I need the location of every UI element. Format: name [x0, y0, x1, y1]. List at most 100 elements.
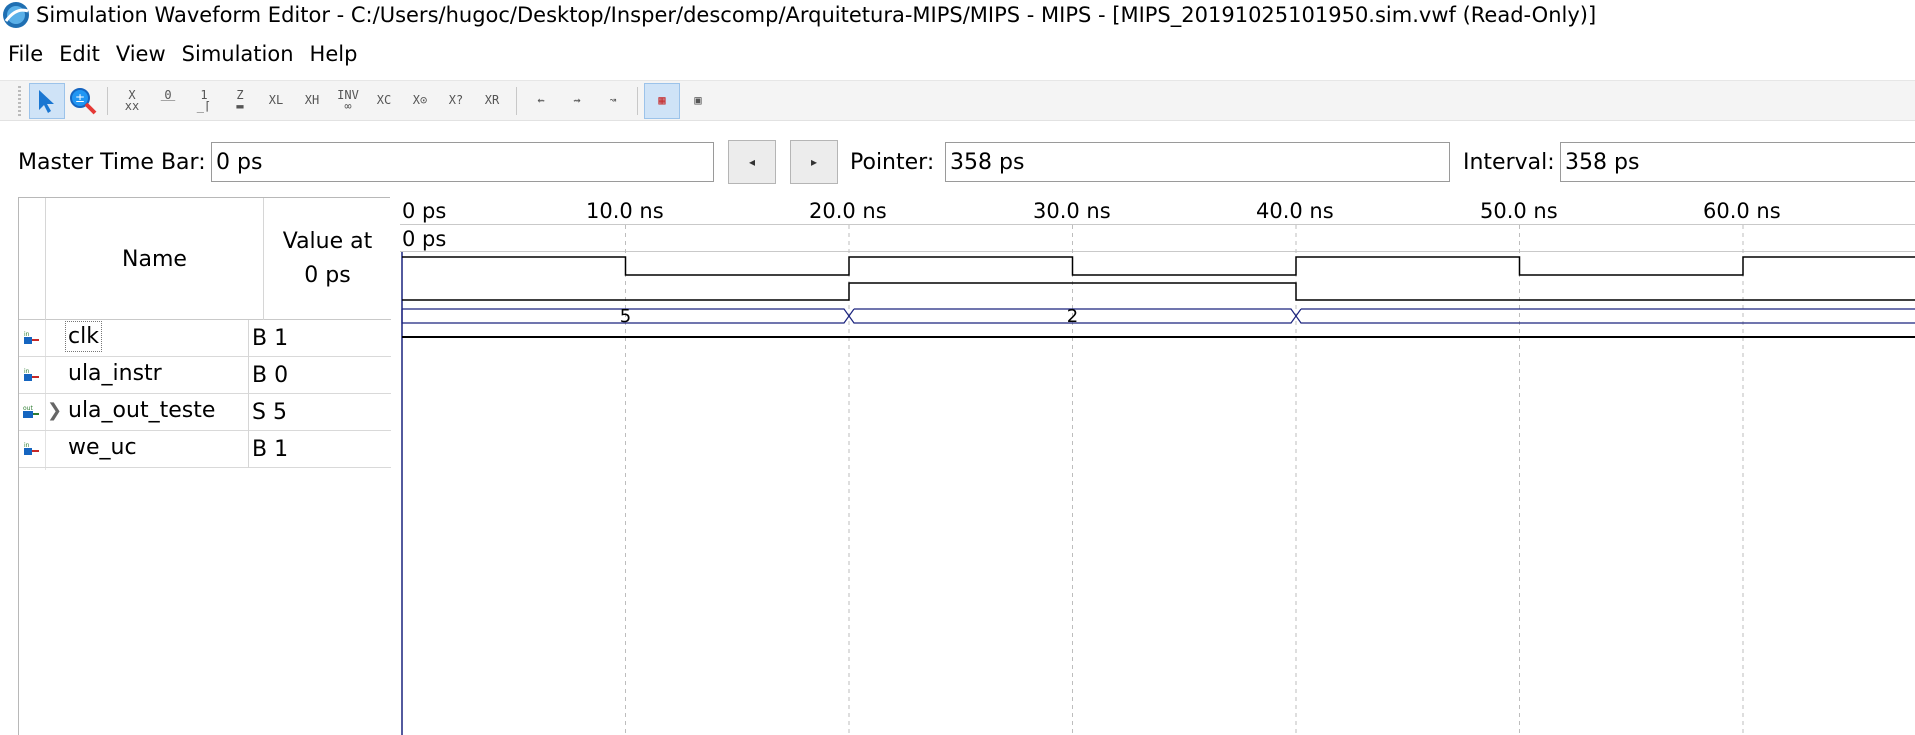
waveform-pane[interactable]: 0 ps 10.0 ns 20.0 ns 30.0 ns 40.0 ns 50.… [400, 197, 1915, 735]
chevron-right-icon: ▸ [810, 155, 818, 169]
menu-file[interactable]: File [0, 42, 51, 66]
signal-name: ula_instr [68, 361, 162, 386]
output-bus-icon: out [23, 405, 39, 418]
interval-value: 358 ps [1565, 149, 1640, 175]
signal-value: B 1 [248, 320, 288, 357]
snap-right-button[interactable]: ⇝ [559, 83, 595, 119]
bus-value-label: 2 [1067, 306, 1078, 327]
signal-row-clk[interactable]: in clk B 1 [19, 320, 391, 357]
high-impedance-button[interactable]: Z ▬ [222, 83, 258, 119]
invert-icon: INV ∞ [337, 87, 359, 113]
grid-icon: ▣ [694, 93, 702, 107]
zoom-tool-button[interactable]: ± [65, 83, 101, 119]
name-header-label: Name [122, 246, 187, 272]
title-bar: Simulation Waveform Editor - C:/Users/hu… [0, 0, 1915, 30]
one-icon: 1 _⌈ [196, 87, 212, 113]
master-time-bar-field[interactable]: 0 ps [211, 142, 714, 182]
bus-value-label: 5 [620, 306, 631, 327]
svg-text:out: out [23, 405, 33, 412]
svg-text:in: in [24, 442, 30, 449]
count-value-button[interactable]: XC [366, 83, 402, 119]
snap-right-icon: ⇝ [573, 93, 581, 107]
value-column-header[interactable]: Value at 0 ps [263, 198, 391, 320]
toolbar-separator [516, 86, 517, 115]
unknown-value-button[interactable]: Xxx [114, 83, 150, 119]
name-column-header[interactable]: Name [45, 198, 263, 320]
svg-text:±: ± [75, 91, 85, 105]
random-icon: XR [484, 93, 500, 107]
snap-to-grid-button[interactable]: ▦ [644, 82, 680, 119]
toolbar-separator [637, 86, 638, 115]
value-header-line2: 0 ps [304, 263, 351, 288]
pointer-label: Pointer: [850, 150, 935, 175]
value-header-line1: Value at [282, 229, 373, 254]
waveform-clk [402, 256, 1915, 276]
selection-tool-button[interactable] [29, 82, 65, 119]
z-icon: Z ▬ [236, 87, 244, 113]
input-pin-icon: in [24, 331, 39, 344]
quartus-logo-icon [2, 1, 30, 29]
signal-row-ula-out-teste[interactable]: out ❯ ula_out_teste S 5 [19, 394, 391, 431]
snap-flat-icon: ↝ [609, 93, 617, 107]
window-title: Simulation Waveform Editor - C:/Users/hu… [36, 3, 1597, 27]
next-transition-button[interactable]: ▸ [790, 140, 838, 184]
random-value-button[interactable]: XR [474, 83, 510, 119]
signal-list: Name Value at 0 ps in clk B 1 in ula_ins… [18, 197, 391, 735]
input-pin-icon: in [24, 368, 39, 381]
arbitrary-icon: X? [448, 93, 464, 107]
snap-flat-button[interactable]: ↝ [595, 83, 631, 119]
svg-text:in: in [24, 331, 30, 338]
signal-name: ula_out_teste [68, 398, 216, 423]
xxx-icon: Xxx [124, 87, 140, 113]
pointer-icon [39, 89, 54, 113]
pointer-field[interactable]: 358 ps [945, 142, 1450, 182]
menu-simulation[interactable]: Simulation [174, 42, 302, 66]
snap-left-icon: ⇜ [537, 93, 545, 107]
menu-bar: File Edit View Simulation Help [0, 38, 365, 70]
chevron-right-icon[interactable]: ❯ [47, 400, 62, 421]
clock-value-button[interactable]: X⊙ [402, 83, 438, 119]
count-icon: XC [376, 93, 392, 107]
input-pin-icon: in [24, 442, 39, 455]
menu-help[interactable]: Help [302, 42, 366, 66]
chevron-left-icon: ◂ [748, 155, 756, 169]
signal-value: S 5 [248, 394, 287, 431]
menu-edit[interactable]: Edit [51, 42, 108, 66]
toolbar-separator [107, 86, 108, 115]
forcing-low-button[interactable]: 0 ‾‾ [150, 83, 186, 119]
weak-high-button[interactable]: XH [294, 83, 330, 119]
waveform-bus-segment [1295, 308, 1915, 324]
interval-field[interactable]: 358 ps [1560, 142, 1915, 182]
previous-transition-button[interactable]: ◂ [728, 140, 776, 184]
menu-view[interactable]: View [108, 42, 174, 66]
forcing-high-button[interactable]: 1 _⌈ [186, 83, 222, 119]
arbitrary-value-button[interactable]: X? [438, 83, 474, 119]
waveform-ula-instr [402, 282, 1915, 301]
master-time-bar-value: 0 ps [216, 149, 263, 175]
weak-low-button[interactable]: XL [258, 83, 294, 119]
grid-snap-icon: ▦ [658, 93, 666, 107]
master-time-bar-label: Master Time Bar: [18, 150, 206, 175]
weak-high-icon: XH [304, 93, 320, 107]
signal-value: B 0 [248, 357, 288, 394]
zoom-icon: ± [70, 87, 97, 114]
time-controls: Master Time Bar: 0 ps ◂ ▸ Pointer: 358 p… [0, 140, 1915, 184]
zero-icon: 0 ‾‾ [160, 87, 176, 113]
clock-icon: X⊙ [412, 93, 428, 107]
toolbar-grip[interactable] [18, 85, 21, 116]
svg-text:in: in [24, 368, 30, 375]
toolbar: ± Xxx 0 ‾‾ 1 _⌈ Z ▬ XL XH INV ∞ XC X⊙ X? XR … [0, 80, 1915, 121]
weak-low-icon: XL [268, 93, 284, 107]
signal-name: clk [65, 321, 102, 352]
interval-label: Interval: [1463, 150, 1555, 175]
snap-left-button[interactable]: ⇜ [523, 83, 559, 119]
signal-value: B 1 [248, 431, 288, 468]
signal-row-we-uc[interactable]: in we_uc B 1 [19, 431, 391, 468]
pointer-value: 358 ps [950, 149, 1025, 175]
overwrite-grid-button[interactable]: ▣ [680, 83, 716, 119]
signal-row-ula-instr[interactable]: in ula_instr B 0 [19, 357, 391, 394]
invert-button[interactable]: INV ∞ [330, 83, 366, 119]
signal-name: we_uc [68, 435, 137, 460]
waveform-canvas[interactable]: 52 [400, 197, 1915, 735]
signal-list-header: Name Value at 0 ps [19, 198, 391, 320]
